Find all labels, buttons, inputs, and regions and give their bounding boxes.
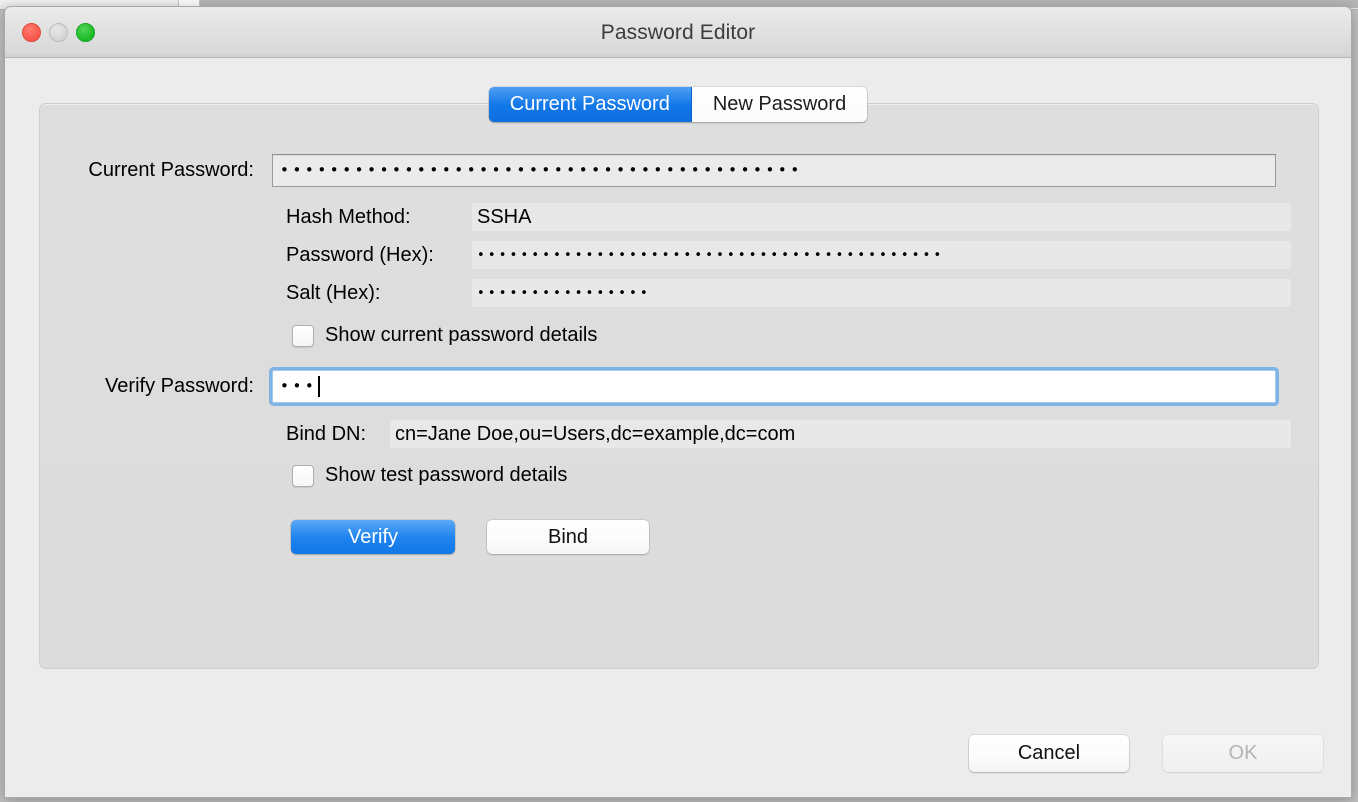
password-hex-value-field: ••••••••••••••••••••••••••••••••••••••••… bbox=[472, 241, 1291, 269]
salt-hex-value-field: •••••••••••••••• bbox=[472, 279, 1291, 307]
salt-hex-value: •••••••••••••••• bbox=[477, 286, 651, 300]
hash-method-value: SSHA bbox=[477, 205, 532, 228]
salt-hex-row: Salt (Hex): •••••••••••••••• bbox=[286, 279, 1296, 307]
verify-password-value: ••• bbox=[280, 379, 318, 394]
window-title: Password Editor bbox=[600, 21, 756, 44]
verify-password-row: Verify Password: ••• bbox=[39, 370, 1319, 403]
current-password-input[interactable]: ••••••••••••••••••••••••••••••••••••••••… bbox=[272, 154, 1276, 187]
text-cursor bbox=[318, 376, 321, 397]
password-editor-window: Password Editor Current Password New Pas… bbox=[4, 6, 1352, 798]
action-button-group: Verify Bind bbox=[291, 520, 649, 554]
show-test-password-details-label: Show test password details bbox=[325, 464, 568, 486]
current-password-row: Current Password: ••••••••••••••••••••••… bbox=[39, 154, 1319, 187]
dialog-footer-buttons: Cancel OK bbox=[969, 735, 1323, 772]
window-titlebar[interactable]: Password Editor bbox=[5, 7, 1351, 58]
verify-password-label: Verify Password: bbox=[105, 375, 254, 397]
hash-method-value-field: SSHA bbox=[472, 203, 1291, 231]
bind-button[interactable]: Bind bbox=[487, 520, 649, 554]
verify-button[interactable]: Verify bbox=[291, 520, 455, 554]
hash-method-label: Hash Method: bbox=[286, 205, 411, 228]
bind-dn-label: Bind DN: bbox=[286, 422, 367, 445]
tab-current-password[interactable]: Current Password bbox=[488, 87, 692, 122]
bind-dn-value-field: cn=Jane Doe,ou=Users,dc=example,dc=com bbox=[390, 420, 1291, 448]
tab-bar: Current Password New Password bbox=[5, 87, 1351, 122]
salt-hex-label: Salt (Hex): bbox=[286, 281, 381, 304]
show-current-password-details-checkbox[interactable] bbox=[292, 324, 314, 347]
password-hex-value: ••••••••••••••••••••••••••••••••••••••••… bbox=[477, 248, 945, 262]
password-hex-label: Password (Hex): bbox=[286, 243, 434, 266]
show-current-password-details-checkbox-row[interactable]: Show current password details bbox=[292, 324, 597, 347]
bind-dn-value: cn=Jane Doe,ou=Users,dc=example,dc=com bbox=[395, 422, 796, 445]
hash-method-row: Hash Method: SSHA bbox=[286, 203, 1296, 231]
show-current-password-details-label: Show current password details bbox=[325, 324, 598, 346]
current-password-label: Current Password: bbox=[88, 159, 254, 181]
ok-button: OK bbox=[1163, 735, 1323, 772]
tab-group: Current Password New Password bbox=[488, 87, 868, 122]
tab-new-password[interactable]: New Password bbox=[691, 87, 868, 122]
cancel-button[interactable]: Cancel bbox=[969, 735, 1129, 772]
show-test-password-details-checkbox-row[interactable]: Show test password details bbox=[292, 464, 567, 487]
password-hex-row: Password (Hex): ••••••••••••••••••••••••… bbox=[286, 241, 1296, 269]
bind-dn-row: Bind DN: cn=Jane Doe,ou=Users,dc=example… bbox=[286, 420, 1296, 448]
current-password-value: ••••••••••••••••••••••••••••••••••••••••… bbox=[280, 163, 803, 178]
verify-password-input[interactable]: ••• bbox=[272, 370, 1276, 403]
show-test-password-details-checkbox[interactable] bbox=[292, 464, 314, 487]
dialog-body: Current Password New Password Current Pa… bbox=[5, 58, 1351, 797]
